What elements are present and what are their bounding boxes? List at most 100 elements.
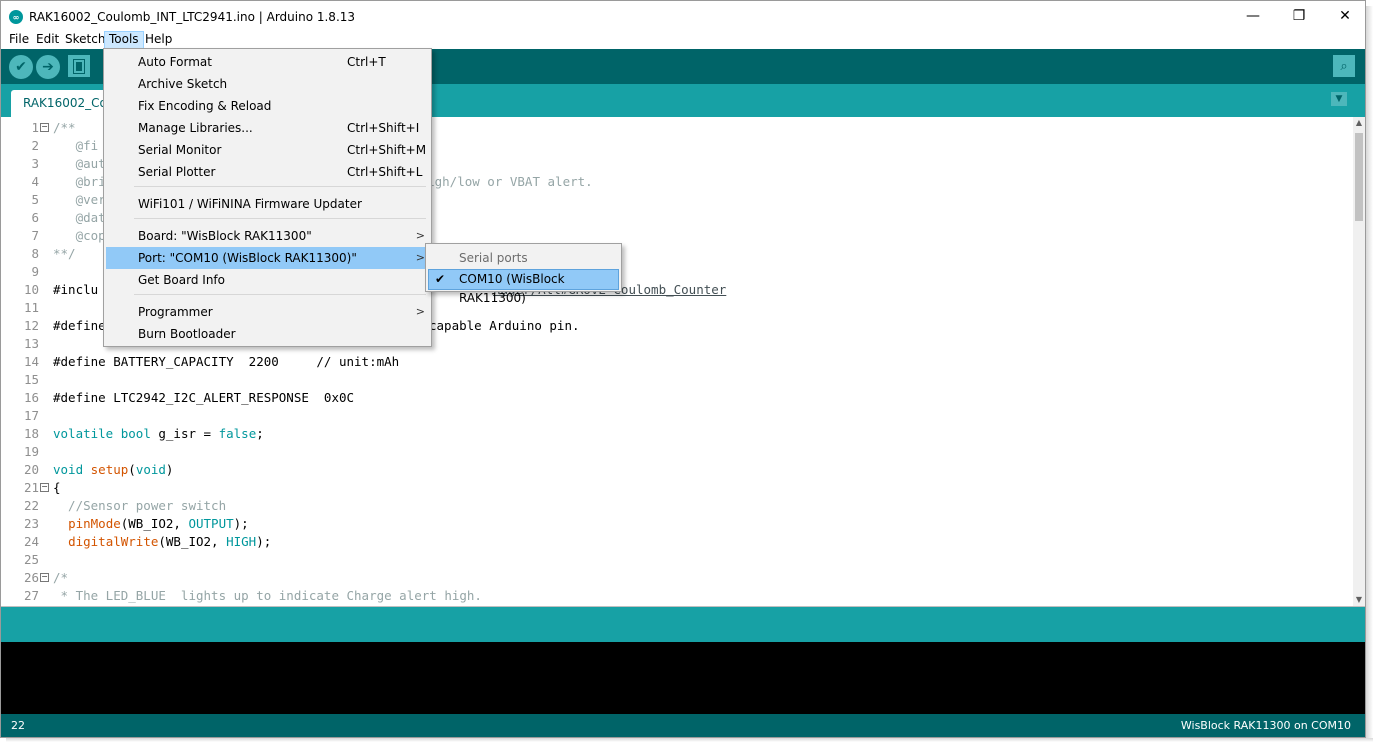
line-number: 22 bbox=[23, 498, 39, 513]
fold-toggle-icon[interactable]: − bbox=[40, 483, 49, 492]
keyword: void bbox=[135, 462, 166, 477]
tab-menu-button[interactable]: ▼ bbox=[1331, 92, 1347, 106]
line-number: 23 bbox=[23, 516, 39, 531]
function-name: digitalWrite bbox=[68, 534, 159, 549]
menu-item-label: Port: "COM10 (WisBlock RAK11300)" bbox=[138, 251, 357, 265]
line-number: 9 bbox=[31, 264, 39, 279]
menu-item-board[interactable]: Board: "WisBlock RAK11300" > bbox=[106, 225, 429, 247]
menu-item-serial-plotter[interactable]: Serial Plotter Ctrl+Shift+L bbox=[106, 161, 429, 183]
editor-scrollbar[interactable]: ▲ ▼ bbox=[1353, 117, 1365, 606]
menu-item-shortcut: Ctrl+Shift+I bbox=[347, 121, 420, 135]
port-com10-item[interactable]: ✔ COM10 (WisBlock RAK11300) bbox=[428, 269, 619, 305]
status-board-port: WisBlock RAK11300 on COM10 bbox=[1180, 719, 1351, 732]
menu-item-get-board-info[interactable]: Get Board Info bbox=[106, 269, 429, 291]
code-text: @aut bbox=[53, 155, 106, 173]
menu-separator bbox=[134, 294, 426, 295]
scroll-up-icon[interactable]: ▲ bbox=[1353, 117, 1365, 129]
maximize-button[interactable]: ❐ bbox=[1276, 1, 1322, 31]
console-output[interactable] bbox=[1, 642, 1365, 714]
arduino-logo-icon: ∞ bbox=[9, 10, 23, 24]
code-token: (WB_IO2, bbox=[120, 516, 189, 531]
submenu-header: Serial ports bbox=[459, 251, 528, 265]
submenu-arrow-icon: > bbox=[415, 229, 425, 242]
paren: ( bbox=[128, 462, 136, 477]
line-number: 2 bbox=[31, 138, 39, 153]
menu-item-firmware-updater[interactable]: WiFi101 / WiFiNINA Firmware Updater bbox=[106, 193, 429, 215]
window-shadow-bottom bbox=[6, 738, 1373, 742]
minimize-button[interactable]: — bbox=[1230, 1, 1276, 31]
submenu-arrow-icon: > bbox=[415, 305, 425, 318]
line-number: 6 bbox=[31, 210, 39, 225]
keyword: volatile bbox=[53, 426, 114, 441]
magnifier-icon: ⌕ bbox=[1340, 58, 1348, 74]
menu-item-port[interactable]: Port: "COM10 (WisBlock RAK11300)" > bbox=[106, 247, 429, 269]
function-name: pinMode bbox=[68, 516, 121, 531]
menu-separator bbox=[134, 218, 426, 219]
menu-tools[interactable]: Tools bbox=[104, 31, 144, 49]
menu-item-shortcut: Ctrl+Shift+M bbox=[347, 143, 427, 157]
code-text: @fi bbox=[53, 137, 99, 155]
line-number: 5 bbox=[31, 192, 39, 207]
code-token: **/ bbox=[53, 246, 76, 261]
scrollbar-thumb[interactable] bbox=[1355, 133, 1363, 221]
code-text: #define bbox=[53, 317, 106, 335]
menu-item-programmer[interactable]: Programmer > bbox=[106, 301, 429, 323]
keyword: void bbox=[53, 462, 84, 477]
menu-item-archive-sketch[interactable]: Archive Sketch bbox=[106, 73, 429, 95]
code-token: @dat bbox=[53, 210, 106, 225]
menu-item-label: Serial Monitor bbox=[138, 143, 222, 157]
code-text: //Sensor power switch bbox=[53, 497, 226, 515]
code-token: /* bbox=[53, 570, 69, 585]
line-number: 12 bbox=[23, 318, 39, 333]
menu-file[interactable]: File bbox=[5, 31, 33, 49]
line-number: 13 bbox=[23, 336, 39, 351]
menu-item-label: Get Board Info bbox=[138, 273, 225, 287]
code-text: volatile bool g_isr = false; bbox=[53, 425, 264, 443]
code-text: * The LED_BLUE lights up to indicate Cha… bbox=[53, 587, 482, 605]
code-text: **/ bbox=[53, 245, 76, 263]
paren: ) bbox=[165, 462, 174, 477]
close-button[interactable]: ✕ bbox=[1322, 1, 1365, 31]
menu-item-burn-bootloader[interactable]: Burn Bootloader bbox=[106, 323, 429, 345]
line-number: 8 bbox=[31, 246, 39, 261]
menu-item-auto-format[interactable]: Auto Format Ctrl+T bbox=[106, 51, 429, 73]
chevron-down-icon: ▼ bbox=[1335, 94, 1343, 104]
menu-item-manage-libraries[interactable]: Manage Libraries... Ctrl+Shift+I bbox=[106, 117, 429, 139]
window-title: RAK16002_Coulomb_INT_LTC2941.ino | Ardui… bbox=[29, 10, 356, 24]
line-number: 27 bbox=[23, 588, 39, 603]
menu-item-label: Board: "WisBlock RAK11300" bbox=[138, 229, 312, 243]
code-token: ); bbox=[256, 534, 272, 549]
line-number: 19 bbox=[23, 444, 39, 459]
verify-button[interactable]: ✔ bbox=[9, 55, 33, 79]
code-token: #define bbox=[53, 318, 106, 333]
code-token: @bri bbox=[53, 174, 106, 189]
code-line: 22 //Sensor power switch bbox=[1, 497, 1353, 515]
submenu-arrow-icon: > bbox=[415, 251, 425, 264]
serial-monitor-button[interactable]: ⌕ bbox=[1333, 55, 1355, 77]
menu-item-label: Archive Sketch bbox=[138, 77, 228, 91]
code-token: @ver bbox=[53, 192, 106, 207]
tools-menu-dropdown: Auto Format Ctrl+T Archive Sketch Fix Encod… bbox=[103, 48, 432, 347]
line-number: 4 bbox=[31, 174, 39, 189]
scroll-down-icon[interactable]: ▼ bbox=[1353, 594, 1365, 606]
line-number: 15 bbox=[23, 372, 39, 387]
code-line: 19 bbox=[1, 443, 1353, 461]
fold-toggle-icon[interactable]: − bbox=[40, 123, 49, 132]
menu-edit[interactable]: Edit bbox=[32, 31, 63, 49]
menu-item-label: Burn Bootloader bbox=[138, 327, 236, 341]
menu-sketch[interactable]: Sketch bbox=[61, 31, 109, 49]
fold-toggle-icon[interactable]: − bbox=[40, 573, 49, 582]
menu-item-serial-monitor[interactable]: Serial Monitor Ctrl+Shift+M bbox=[106, 139, 429, 161]
line-number: 17 bbox=[23, 408, 39, 423]
menu-help[interactable]: Help bbox=[141, 31, 176, 49]
code-text: { bbox=[53, 479, 61, 497]
line-number: 25 bbox=[23, 552, 39, 567]
new-sketch-button[interactable] bbox=[68, 55, 90, 77]
line-number: 20 bbox=[23, 462, 39, 477]
menu-item-fix-encoding[interactable]: Fix Encoding & Reload bbox=[106, 95, 429, 117]
upload-button[interactable]: ➔ bbox=[36, 55, 60, 79]
code-line: 18 volatile bool g_isr = false; bbox=[1, 425, 1353, 443]
code-text: /** bbox=[53, 119, 76, 137]
code-token: //Sensor power switch bbox=[53, 498, 227, 513]
